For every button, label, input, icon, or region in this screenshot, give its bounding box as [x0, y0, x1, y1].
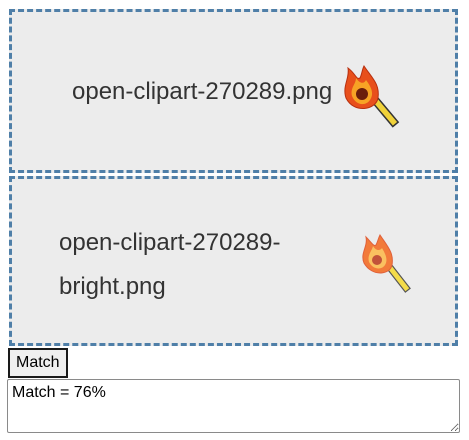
match-stick-fire-bright-icon: [362, 234, 411, 293]
image-drop-zone-1[interactable]: open-clipart-270289.png: [9, 9, 458, 173]
match-stick-fire-icon: [344, 65, 400, 128]
image-filename-1: open-clipart-270289.png: [72, 78, 333, 105]
image-drop-zone-2[interactable]: open-clipart-270289- bright.png: [9, 176, 458, 346]
match-button[interactable]: Match: [8, 348, 68, 378]
image-filename-2-line1: open-clipart-270289-: [59, 229, 281, 256]
match-result-textarea[interactable]: Match = 76%: [7, 379, 460, 433]
image-filename-2-line2: bright.png: [59, 273, 166, 300]
image-filename-2: open-clipart-270289- bright.png: [59, 221, 319, 309]
